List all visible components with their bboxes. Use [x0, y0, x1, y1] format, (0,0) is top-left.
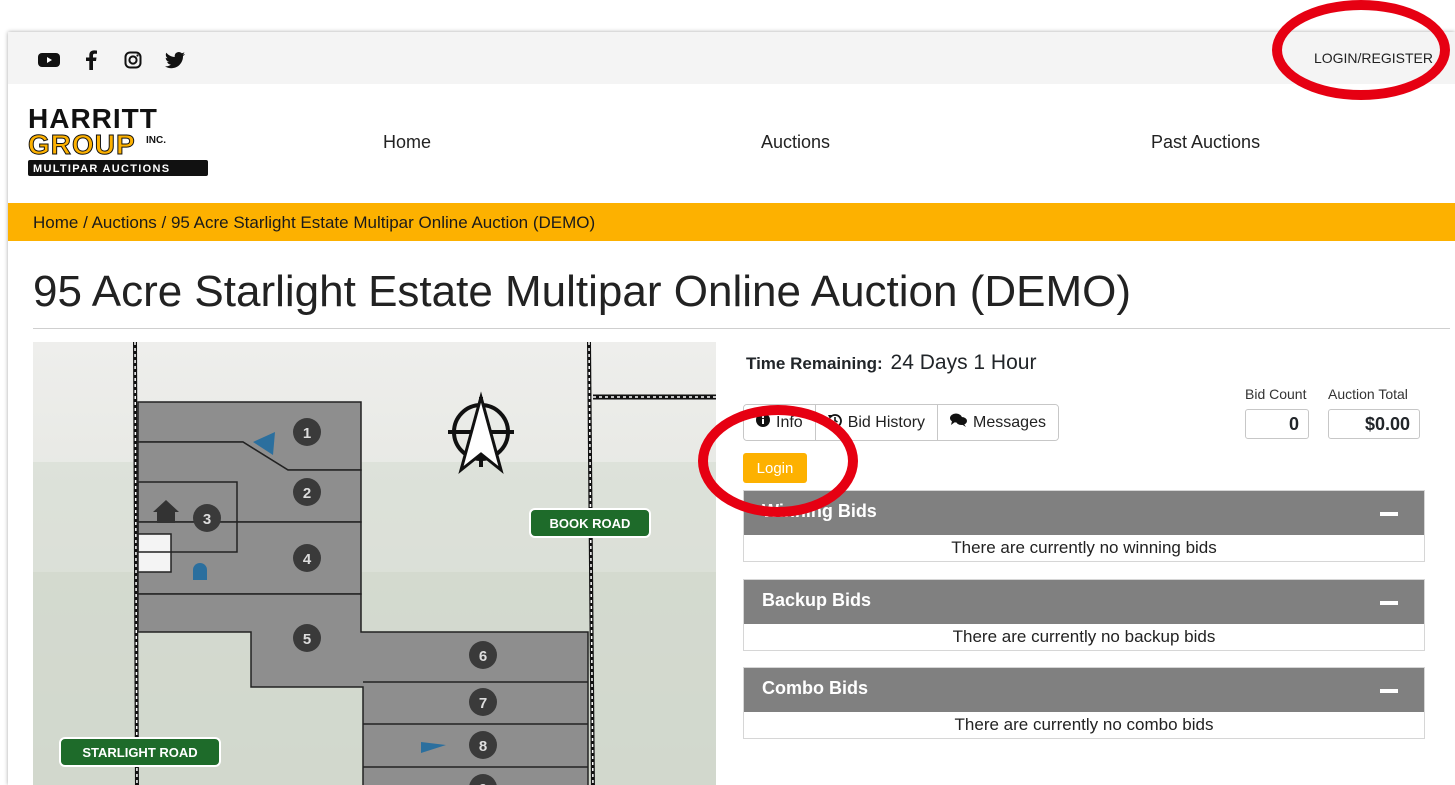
auction-total-value: $0.00	[1328, 409, 1420, 439]
book-road-sign: BOOK ROAD	[550, 516, 631, 531]
annotation-circle-login-register	[1272, 0, 1450, 100]
breadcrumb-bar: Home / Auctions / 95 Acre Starlight Esta…	[8, 203, 1455, 241]
winning-bids-message: There are currently no winning bids	[744, 535, 1424, 561]
bid-count-value: 0	[1245, 409, 1309, 439]
logo-inc: INC.	[146, 135, 166, 146]
top-bar: LOGIN/REGISTER	[8, 32, 1455, 84]
parcel-label-8: 8	[479, 738, 487, 755]
instagram-icon[interactable]	[122, 49, 144, 71]
combo-bids-message: There are currently no combo bids	[744, 712, 1424, 738]
combo-bids-title: Combo Bids	[762, 678, 868, 698]
bid-count-label: Bid Count	[1245, 386, 1307, 402]
parcel-label-2: 2	[303, 485, 311, 502]
parcel-label-4: 4	[303, 551, 312, 568]
twitter-icon[interactable]	[164, 49, 186, 71]
starlight-road-sign: STARLIGHT ROAD	[82, 745, 197, 760]
backup-bids-header[interactable]: Backup Bids	[744, 580, 1424, 624]
annotation-circle-login-button	[698, 405, 858, 517]
collapse-icon[interactable]	[1380, 601, 1398, 605]
collapse-icon[interactable]	[1380, 689, 1398, 693]
tab-messages-label: Messages	[973, 413, 1046, 431]
parcel-map[interactable]: 1 2 3 4 5 6 7 8 9	[33, 342, 716, 785]
time-remaining-value: 24 Days 1 Hour	[890, 351, 1037, 374]
harritt-group-logo[interactable]: HARRITT GROUP INC. MULTIPAR AUCTIONS	[28, 103, 214, 177]
tab-messages[interactable]: Messages	[938, 405, 1058, 440]
winning-bids-header[interactable]: Winning Bids	[744, 491, 1424, 535]
auction-total-label: Auction Total	[1328, 386, 1408, 402]
marker-3-icon	[193, 563, 207, 580]
browser-page: LOGIN/REGISTER HARRITT GROUP INC. MULTIP…	[8, 32, 1455, 785]
time-remaining-label: Time Remaining:	[746, 354, 883, 373]
breadcrumb[interactable]: Home / Auctions / 95 Acre Starlight Esta…	[33, 213, 595, 233]
time-remaining: Time Remaining: 24 Days 1 Hour	[746, 351, 1036, 375]
page-title: 95 Acre Starlight Estate Multipar Online…	[33, 267, 1132, 316]
comments-icon	[950, 413, 968, 432]
youtube-icon[interactable]	[38, 49, 60, 71]
social-links	[38, 49, 186, 71]
backup-bids-title: Backup Bids	[762, 590, 872, 610]
parcel-label-3: 3	[203, 511, 211, 528]
facebook-icon[interactable]	[80, 49, 102, 71]
parcel-label-1: 1	[303, 425, 311, 442]
title-divider	[33, 328, 1450, 329]
parcel-label-5: 5	[303, 631, 311, 648]
tab-bid-history-label: Bid History	[847, 413, 926, 431]
logo-line2: GROUP	[28, 129, 136, 160]
collapse-icon[interactable]	[1380, 512, 1398, 516]
backup-bids-message: There are currently no backup bids	[744, 624, 1424, 650]
nav-auctions[interactable]: Auctions	[761, 132, 830, 153]
nav-past-auctions[interactable]: Past Auctions	[1151, 132, 1260, 153]
nav-home[interactable]: Home	[383, 132, 431, 153]
combo-bids-header[interactable]: Combo Bids	[744, 668, 1424, 712]
backup-bids-panel: Backup Bids There are currently no backu…	[743, 579, 1425, 651]
parcel-label-6: 6	[479, 648, 487, 665]
combo-bids-panel: Combo Bids There are currently no combo …	[743, 667, 1425, 739]
logo-line3: MULTIPAR AUCTIONS	[33, 163, 170, 175]
winning-bids-panel: Winning Bids There are currently no winn…	[743, 490, 1425, 562]
parcel-label-9: 9	[479, 781, 487, 785]
parcel-label-7: 7	[479, 695, 487, 712]
